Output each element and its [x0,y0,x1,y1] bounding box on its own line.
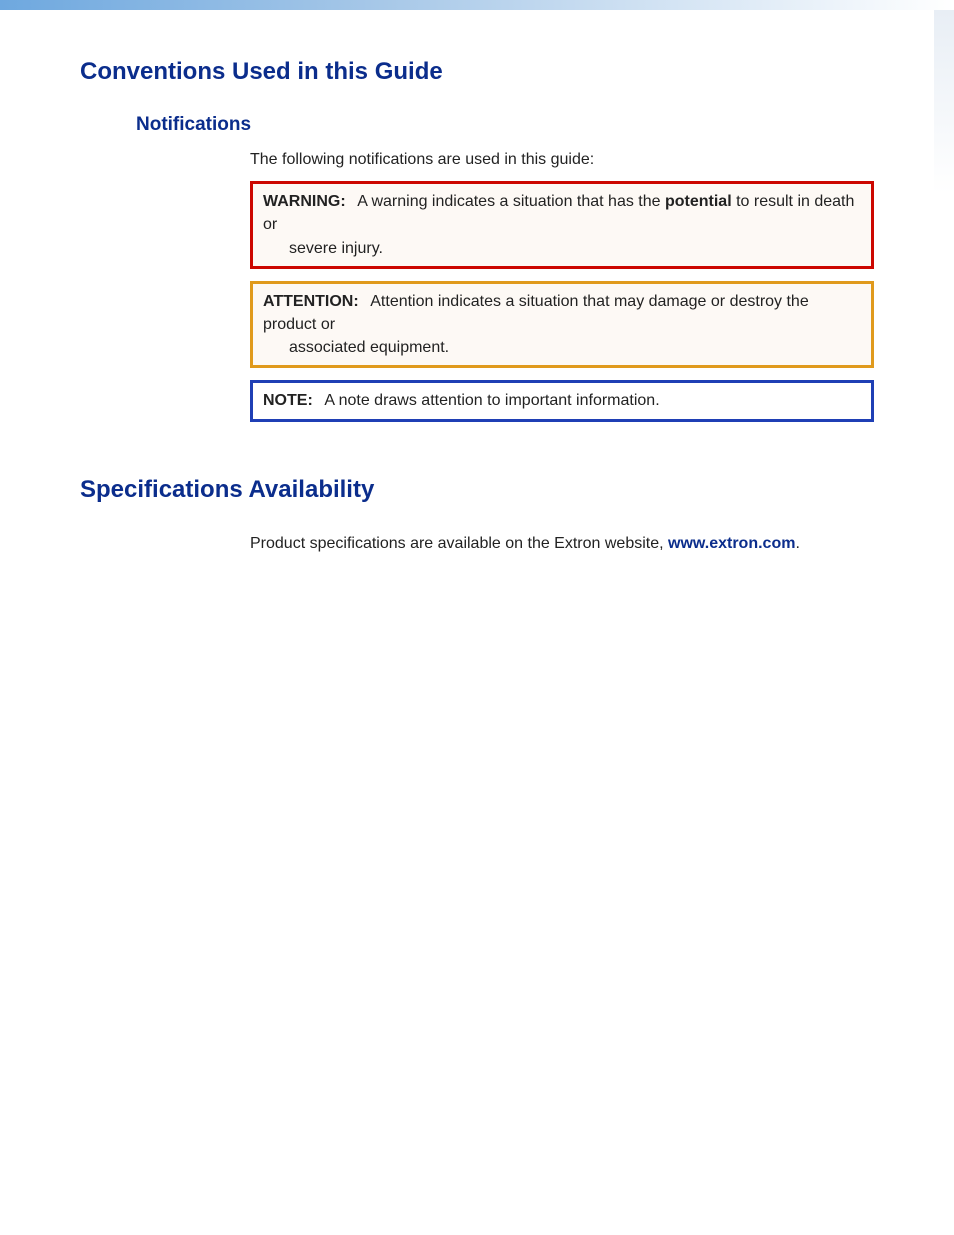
note-callout: NOTE: A note draws attention to importan… [250,380,874,421]
warning-label: WARNING: [263,193,346,210]
warning-callout: WARNING: A warning indicates a situation… [250,181,874,269]
attention-callout: ATTENTION: Attention indicates a situati… [250,281,874,369]
page-content: Conventions Used in this Guide Notificat… [0,10,954,555]
heading-conventions: Conventions Used in this Guide [80,58,874,86]
specs-text-after: . [795,535,799,552]
header-gradient-band [0,0,954,10]
specs-body-text: Product specifications are available on … [250,532,874,555]
note-text: A note draws attention to important info… [324,392,659,409]
attention-label: ATTENTION: [263,293,359,310]
heading-notifications: Notifications [136,114,874,136]
specs-text-before: Product specifications are available on … [250,535,668,552]
note-label: NOTE: [263,392,313,409]
warning-text-line2: severe injury. [263,237,861,260]
extron-link[interactable]: www.extron.com [668,535,795,552]
attention-text-line2: associated equipment. [263,336,861,359]
warning-text-bold: potential [665,193,732,210]
warning-text-before: A warning indicates a situation that has… [357,193,665,210]
heading-specifications: Specifications Availability [80,476,874,504]
notifications-intro-text: The following notifications are used in … [250,148,874,171]
